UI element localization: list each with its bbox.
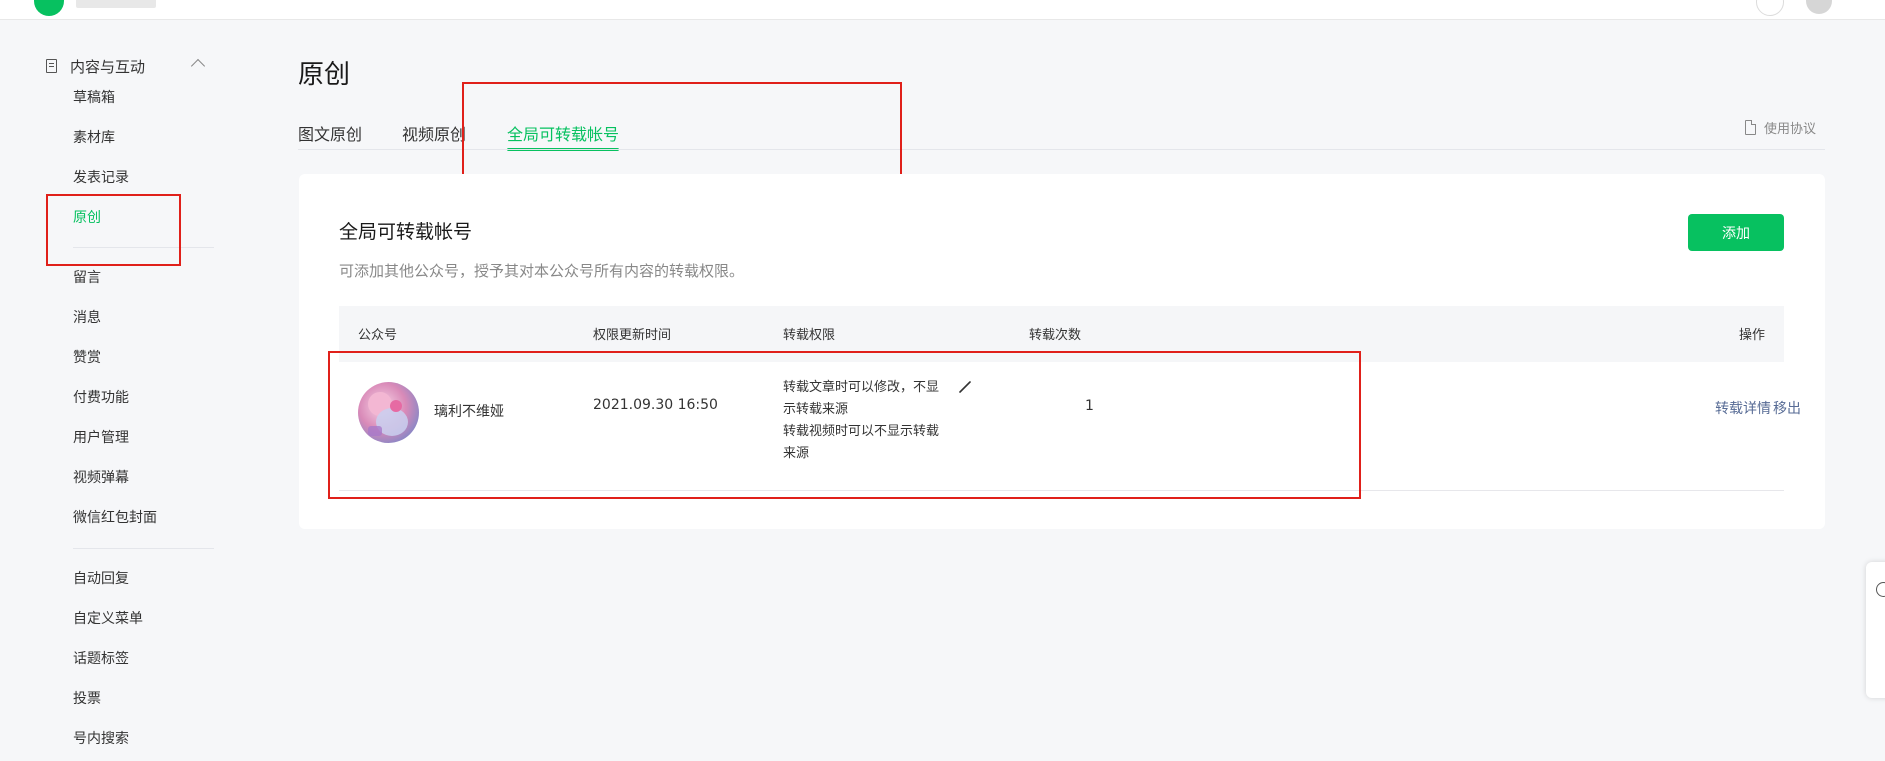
help-panel[interactable] [1866,562,1885,698]
sidebar-section-label: 内容与互动 [70,57,146,76]
sidebar-item-messages[interactable]: 消息 [73,308,101,328]
sidebar-item-library[interactable]: 素材库 [73,128,115,148]
page-title: 原创 [298,60,351,90]
column-header-permission: 转载权限 [783,328,836,343]
sidebar-item-custom-menu[interactable]: 自定义菜单 [73,609,143,629]
tab-article-original[interactable]: 图文原创 [298,121,362,145]
sidebar-item-in-account-search[interactable]: 号内搜索 [73,729,129,749]
avatar[interactable] [1806,0,1832,14]
card-title: 全局可转载帐号 [339,221,473,243]
add-button[interactable]: 添加 [1688,214,1784,251]
column-header-actions: 操作 [1738,328,1765,343]
help-icon [1876,582,1885,597]
highlight-box [46,194,181,266]
column-header-updated: 权限更新时间 [593,328,672,343]
remove-link[interactable]: 移出 [1773,398,1801,418]
sidebar-item-red-packet-cover[interactable]: 微信红包封面 [73,508,157,528]
usage-agreement-link[interactable]: 使用协议 [1745,118,1816,137]
top-bar [0,0,1885,20]
sidebar-item-auto-reply[interactable]: 自动回复 [73,569,129,589]
sidebar-section-header[interactable]: 内容与互动 [46,53,145,79]
repost-details-link[interactable]: 转载详情 [1715,398,1771,418]
logo-text [76,0,156,8]
chevron-up-icon[interactable] [190,58,206,74]
tab-video-original[interactable]: 视频原创 [402,121,466,145]
sidebar-item-publish-history[interactable]: 发表记录 [73,168,129,188]
sidebar-item-video-danmaku[interactable]: 视频弹幕 [73,468,129,488]
usage-agreement-label: 使用协议 [1764,122,1817,137]
sidebar-item-vote[interactable]: 投票 [73,689,101,709]
sidebar-item-paid-features[interactable]: 付费功能 [73,388,129,408]
sidebar: 内容与互动 草稿箱 素材库 发表记录 原创 留言 消息 赞赏 付费功能 用户管理… [0,20,240,761]
notification-icon[interactable] [1756,0,1784,16]
sidebar-item-user-management[interactable]: 用户管理 [73,428,129,448]
document-icon [46,59,57,73]
sidebar-item-comments[interactable]: 留言 [73,268,101,288]
sidebar-item-drafts[interactable]: 草稿箱 [73,88,115,108]
sidebar-divider [73,548,214,549]
column-header-account: 公众号 [358,328,398,343]
sidebar-item-topic-tags[interactable]: 话题标签 [73,649,129,669]
file-icon [1745,120,1756,135]
card-description: 可添加其他公众号，授予其对本公众号所有内容的转载权限。 [339,262,745,280]
logo-icon [34,0,64,16]
column-header-count: 转载次数 [1029,328,1082,343]
highlight-box [328,351,1361,499]
sidebar-item-appreciation[interactable]: 赞赏 [73,348,101,368]
